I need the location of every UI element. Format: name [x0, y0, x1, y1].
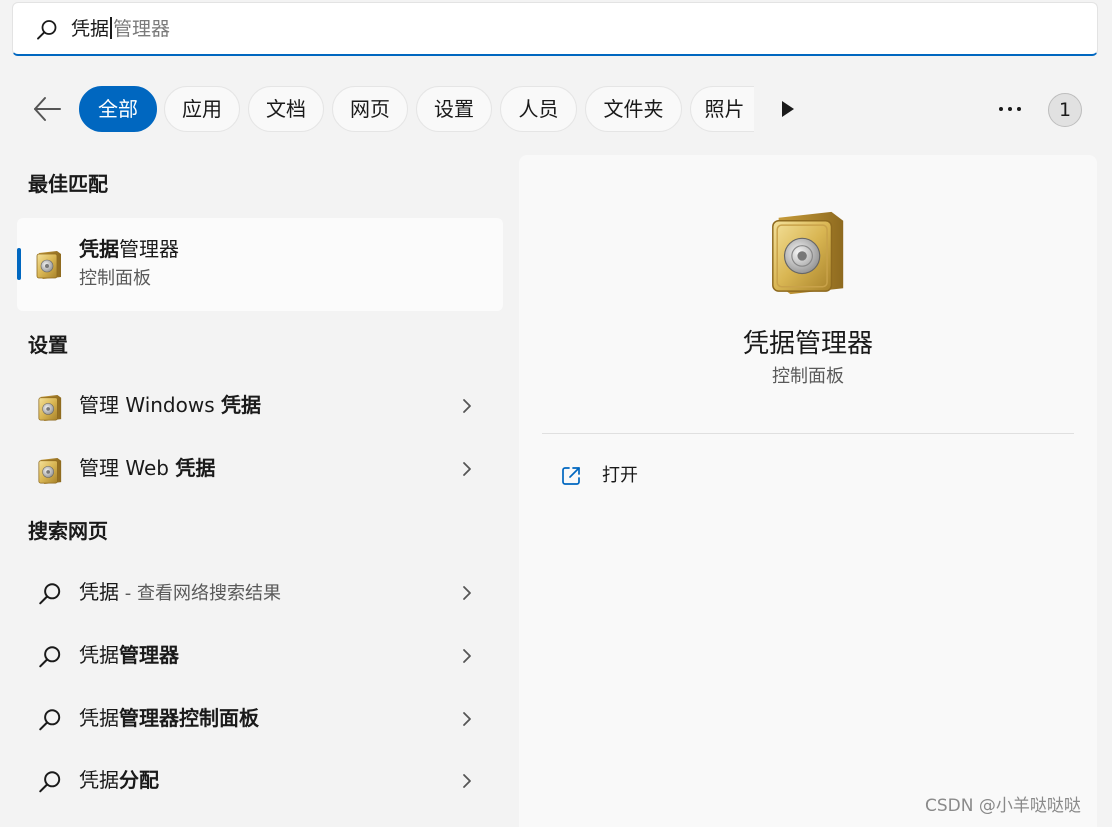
- divider: [542, 433, 1074, 434]
- web-search-item[interactable]: 凭据分配: [17, 753, 503, 809]
- settings-heading: 设置: [28, 333, 68, 357]
- play-triangle-icon[interactable]: [780, 100, 796, 118]
- chevron-right-icon: [463, 649, 471, 663]
- search-box[interactable]: 凭据 管理器: [12, 2, 1098, 56]
- search-icon: [39, 646, 61, 668]
- open-external-icon: [562, 467, 580, 485]
- best-match-item[interactable]: 凭据管理器 控制面板: [17, 218, 503, 311]
- web-search-label: 凭据分配: [79, 768, 159, 792]
- filter-tab-folders[interactable]: 文件夹: [585, 86, 682, 132]
- search-icon: [39, 709, 61, 731]
- filter-tab-web[interactable]: 网页: [332, 86, 408, 132]
- vault-icon: [38, 395, 62, 421]
- web-search-item[interactable]: 凭据管理器: [17, 628, 503, 684]
- preview-pane: 凭据管理器 控制面板 打开: [519, 155, 1097, 827]
- search-icon: [39, 583, 61, 605]
- best-match-title: 凭据管理器: [79, 237, 179, 261]
- web-search-label: 凭据管理器: [79, 643, 179, 667]
- preview-title: 凭据管理器: [742, 329, 873, 359]
- back-arrow-icon[interactable]: [30, 92, 64, 126]
- web-search-heading: 搜索网页: [28, 519, 108, 543]
- vault-icon: [36, 251, 61, 279]
- search-icon: [39, 771, 61, 793]
- web-search-item[interactable]: 凭据管理器控制面板: [17, 691, 503, 747]
- selection-indicator: [17, 248, 21, 280]
- search-input[interactable]: 凭据 管理器: [71, 17, 170, 41]
- settings-item-windows-credentials[interactable]: 管理 Windows 凭据: [17, 378, 503, 434]
- filter-tab-photos[interactable]: 照片: [690, 86, 754, 132]
- best-match-subtitle: 控制面板: [79, 268, 151, 289]
- chevron-right-icon: [463, 712, 471, 726]
- filter-tab-settings[interactable]: 设置: [416, 86, 492, 132]
- preview-subtitle: 控制面板: [772, 366, 844, 387]
- chevron-right-icon: [463, 774, 471, 788]
- search-icon: [37, 20, 57, 40]
- chevron-right-icon: [463, 586, 471, 600]
- settings-item-label: 管理 Windows 凭据: [79, 393, 261, 417]
- search-typed-text: 凭据: [71, 18, 110, 40]
- text-caret: [110, 17, 113, 39]
- open-action[interactable]: 打开: [542, 455, 1074, 499]
- web-search-item[interactable]: 凭据 - 查看网络搜索结果: [17, 565, 503, 621]
- settings-item-label: 管理 Web 凭据: [79, 456, 216, 480]
- filter-tab-documents[interactable]: 文档: [248, 86, 324, 132]
- web-search-label: 凭据管理器控制面板: [79, 706, 259, 730]
- open-action-label: 打开: [602, 465, 638, 486]
- vault-icon: [38, 458, 62, 484]
- chevron-right-icon: [463, 462, 471, 476]
- filter-tab-apps[interactable]: 应用: [164, 86, 240, 132]
- watermark: CSDN @小羊哒哒哒: [925, 796, 1081, 816]
- search-autocomplete: 管理器: [113, 18, 171, 40]
- settings-item-web-credentials[interactable]: 管理 Web 凭据: [17, 441, 503, 497]
- account-badge[interactable]: 1: [1048, 93, 1082, 127]
- filter-tab-people[interactable]: 人员: [500, 86, 577, 132]
- ellipsis-icon[interactable]: [996, 98, 1024, 120]
- vault-icon: [772, 211, 844, 295]
- web-search-label: 凭据 - 查看网络搜索结果: [79, 580, 281, 604]
- best-match-heading: 最佳匹配: [28, 172, 108, 196]
- filter-tab-all[interactable]: 全部: [79, 86, 157, 132]
- chevron-right-icon: [463, 399, 471, 413]
